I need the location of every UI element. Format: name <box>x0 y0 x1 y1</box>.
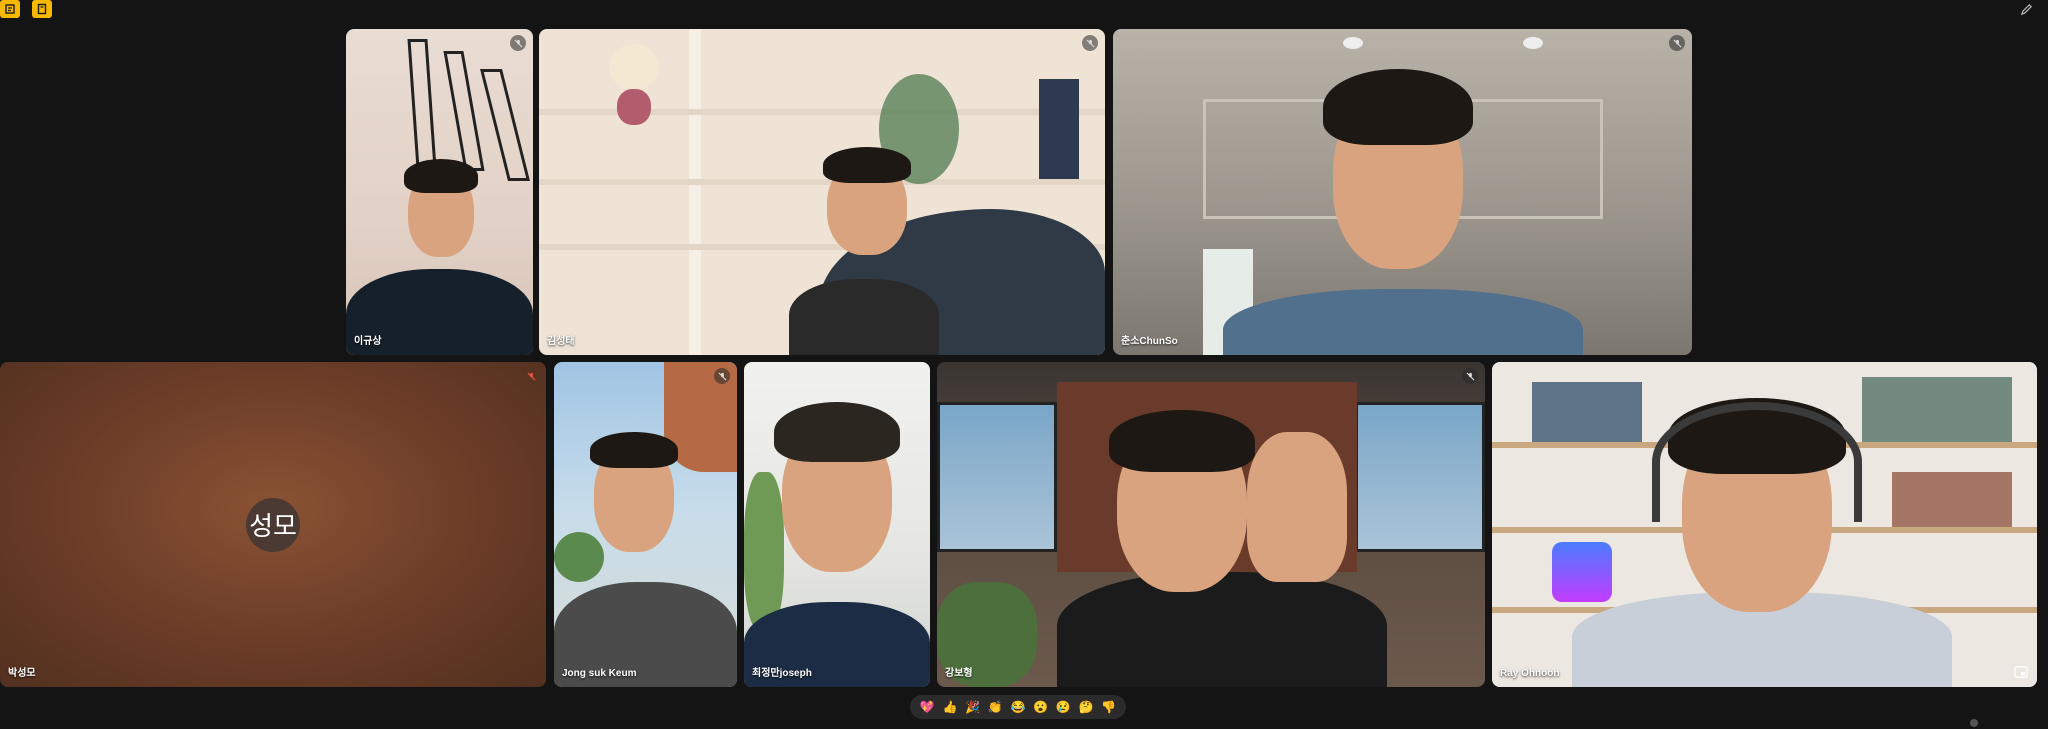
activities-icon[interactable] <box>32 0 52 18</box>
participant-tile-6[interactable]: 최정만joseph <box>744 362 930 687</box>
muted-mic-icon <box>1082 35 1098 51</box>
avatar-initials: 성모 <box>249 512 297 542</box>
participant-tile-3[interactable]: 춘소ChunSo <box>1113 29 1692 355</box>
participant-name: Ray Ohnoon <box>1500 668 1560 679</box>
reaction-thumbs-down[interactable]: 👎 <box>1100 700 1118 714</box>
muted-mic-icon <box>510 35 526 51</box>
participant-tile-4[interactable]: 성모 박성모 <box>0 362 546 687</box>
muted-mic-icon <box>1669 35 1685 51</box>
reaction-sad[interactable]: 😢 <box>1054 700 1072 714</box>
participant-name: 박성모 <box>8 668 36 679</box>
video-feed <box>937 362 1485 687</box>
notes-icon[interactable] <box>0 0 20 18</box>
participant-name: 최정만joseph <box>752 668 812 679</box>
video-feed <box>1492 362 2037 687</box>
muted-mic-icon <box>523 368 539 384</box>
avatar: 성모 <box>246 497 300 552</box>
participant-name: 김성태 <box>547 336 575 347</box>
muted-mic-icon <box>714 368 730 384</box>
participant-name: 이규상 <box>354 336 382 347</box>
participant-tile-2[interactable]: 김성태 <box>539 29 1105 355</box>
participant-name: Jong suk Keum <box>562 668 637 679</box>
participant-name: 춘소ChunSo <box>1121 336 1178 347</box>
video-feed <box>539 29 1105 355</box>
reaction-surprised[interactable]: 😮 <box>1032 700 1050 714</box>
reaction-sparkling-heart[interactable]: 💖 <box>918 700 936 714</box>
participant-tile-1[interactable]: 이규상 <box>346 29 533 355</box>
participant-tile-5[interactable]: Jong suk Keum <box>554 362 737 687</box>
pen-icon[interactable] <box>2016 0 2036 18</box>
video-feed <box>1113 29 1692 355</box>
video-feed <box>554 362 737 687</box>
picture-in-picture-icon[interactable] <box>2013 665 2029 679</box>
more-options-icon[interactable] <box>1970 719 1978 727</box>
reaction-party-popper[interactable]: 🎉 <box>964 700 982 714</box>
reactions-bar: 💖 👍 🎉 👏 😂 😮 😢 🤔 👎 <box>910 695 1126 719</box>
muted-mic-icon <box>1462 368 1478 384</box>
reaction-thumbs-up[interactable]: 👍 <box>941 700 959 714</box>
reaction-clapping[interactable]: 👏 <box>986 700 1004 714</box>
reaction-thinking[interactable]: 🤔 <box>1077 700 1095 714</box>
video-feed <box>346 29 533 355</box>
participant-name: 강보형 <box>945 668 973 679</box>
participant-tile-8[interactable]: Ray Ohnoon <box>1492 362 2037 687</box>
reaction-joy[interactable]: 😂 <box>1009 700 1027 714</box>
participant-tile-7[interactable]: 강보형 <box>937 362 1485 687</box>
video-feed <box>744 362 930 687</box>
meeting-stage: 이규상 김성태 춘소ChunSo 성모 박성모 Jong suk Keum 최정… <box>0 0 2048 729</box>
